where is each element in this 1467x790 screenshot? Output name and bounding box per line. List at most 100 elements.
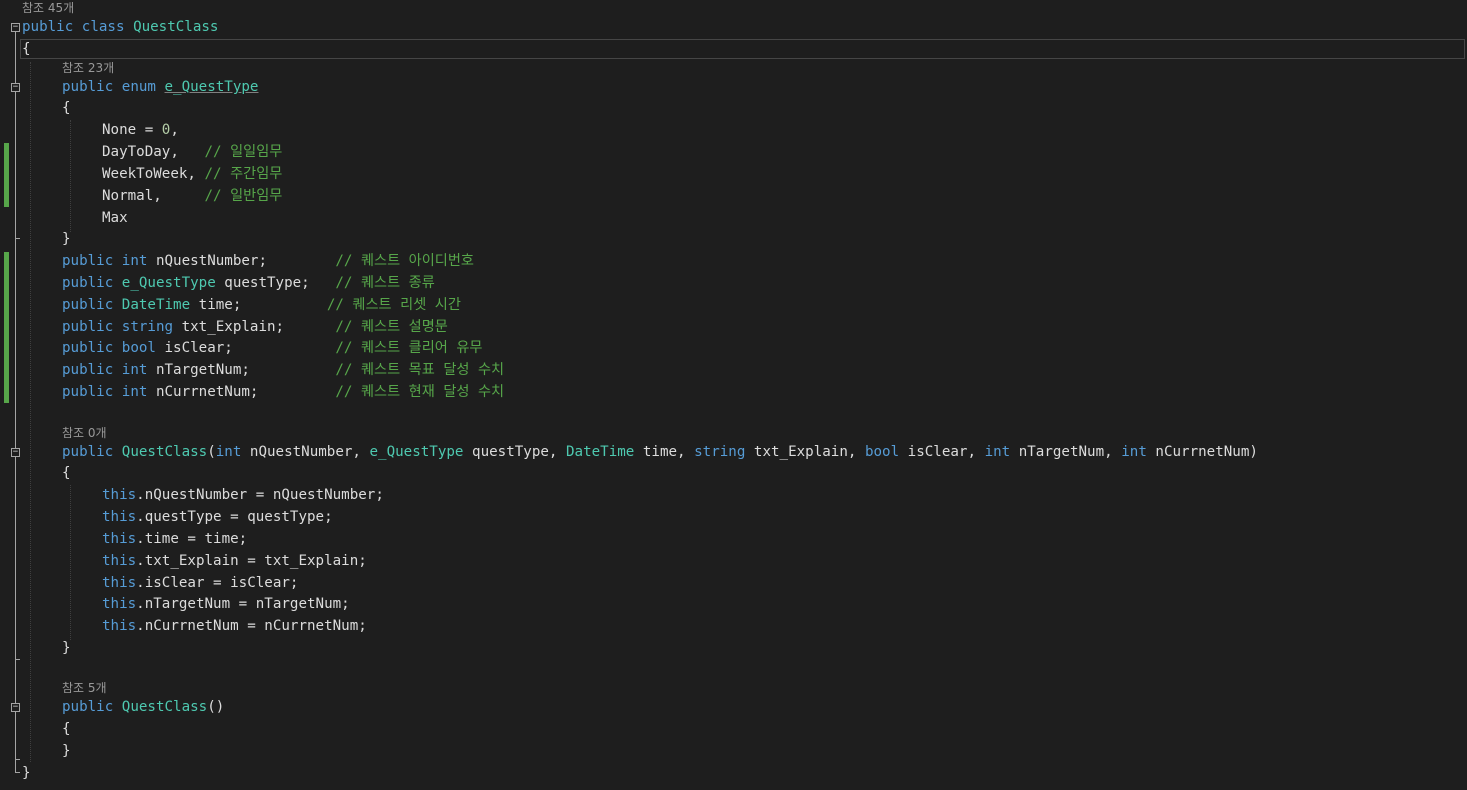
code-line-enum-max[interactable]: Max	[102, 207, 128, 229]
field-name: time;	[190, 297, 327, 313]
param-name: nQuestNumber,	[241, 444, 370, 460]
param-type: int	[984, 444, 1011, 460]
comment: // 퀘스트 종류	[335, 275, 435, 291]
code-line-class-open[interactable]: {	[22, 38, 31, 60]
type-name: DateTime	[121, 297, 191, 313]
code-line-field-time[interactable]: public DateTime time; // 퀘스트 리셋 시간	[62, 294, 461, 316]
code-line-assign-time[interactable]: this.time = time;	[102, 528, 247, 550]
comment: // 퀘스트 목표 달성 수치	[335, 362, 505, 378]
assignment: .questType = questType;	[136, 509, 333, 525]
assignment: .nTargetNum = nTargetNum;	[136, 596, 350, 612]
keyword: public	[22, 19, 74, 35]
field-name: txt_Explain;	[173, 319, 336, 335]
outline-line-default-ctor	[15, 712, 16, 759]
outline-end-class	[15, 772, 20, 773]
type-keyword: int	[121, 362, 148, 378]
code-line-assign-ntargetnum[interactable]: this.nTargetNum = nTargetNum;	[102, 593, 350, 615]
code-line-assign-nquestnumber[interactable]: this.nQuestNumber = nQuestNumber;	[102, 484, 384, 506]
code-line-enum-normal[interactable]: Normal, // 일반임무	[102, 185, 282, 207]
comment: // 퀘스트 현재 달성 수치	[335, 384, 505, 400]
comment: // 퀘스트 아이디번호	[335, 253, 474, 269]
field-name: nQuestNumber;	[147, 253, 336, 269]
codelens-ctor-refs[interactable]: 참조 0개	[62, 425, 107, 441]
codelens-class-refs[interactable]: 참조 45개	[22, 0, 74, 16]
code-line-enum-open[interactable]: {	[62, 97, 71, 119]
codelens-default-ctor-refs[interactable]: 참조 5개	[62, 680, 107, 696]
param-name: nCurrnetNum)	[1146, 444, 1258, 460]
brace: {	[22, 41, 31, 57]
keyword: public	[62, 319, 114, 335]
code-line-class-decl[interactable]: public class QuestClass	[22, 16, 218, 38]
keyword: public	[62, 340, 114, 356]
this-keyword: this	[102, 596, 137, 612]
keyword: public	[62, 444, 114, 460]
code-line-default-ctor-open[interactable]: {	[62, 718, 71, 740]
code-line-enum-close[interactable]: }	[62, 228, 71, 250]
code-line-enum-none[interactable]: None = 0,	[102, 119, 179, 141]
keyword: public	[62, 297, 114, 313]
assignment: .txt_Explain = txt_Explain;	[136, 553, 367, 569]
collapse-default-ctor-icon[interactable]: −	[11, 703, 20, 712]
param-name: txt_Explain,	[745, 444, 865, 460]
assignment: .nCurrnetNum = nCurrnetNum;	[136, 618, 367, 634]
brace: }	[62, 743, 71, 759]
code-line-default-ctor-decl[interactable]: public QuestClass()	[62, 696, 224, 718]
type-name: e_QuestType	[121, 275, 216, 291]
this-keyword: this	[102, 509, 137, 525]
keyword: public	[62, 253, 114, 269]
code-line-assign-ncurrnetnum[interactable]: this.nCurrnetNum = nCurrnetNum;	[102, 615, 367, 637]
brace: {	[62, 465, 71, 481]
this-keyword: this	[102, 575, 137, 591]
code-line-ctor-open[interactable]: {	[62, 462, 71, 484]
type-keyword: int	[121, 253, 148, 269]
collapse-enum-icon[interactable]: −	[11, 83, 20, 92]
code-line-ctor-close[interactable]: }	[62, 637, 71, 659]
code-line-field-txt-explain[interactable]: public string txt_Explain; // 퀘스트 설명문	[62, 316, 448, 338]
enum-member: None =	[102, 122, 162, 138]
comment: // 퀘스트 클리어 유무	[335, 340, 483, 356]
assignment: .isClear = isClear;	[136, 575, 299, 591]
param-name: nTargetNum,	[1010, 444, 1122, 460]
keyword: public	[62, 275, 114, 291]
this-keyword: this	[102, 553, 137, 569]
code-line-default-ctor-close[interactable]: }	[62, 740, 71, 762]
code-line-field-questtype[interactable]: public e_QuestType questType; // 퀘스트 종류	[62, 272, 435, 294]
change-marker-fields	[4, 252, 9, 403]
brace: }	[22, 765, 31, 781]
outline-line-enum	[15, 92, 16, 238]
keyword: class	[81, 19, 125, 35]
collapse-class-icon[interactable]: −	[11, 23, 20, 32]
code-line-assign-questtype[interactable]: this.questType = questType;	[102, 506, 333, 528]
collapse-ctor-icon[interactable]: −	[11, 448, 20, 457]
param-name: isClear,	[899, 444, 985, 460]
codelens-enum-refs[interactable]: 참조 23개	[62, 60, 114, 76]
code-line-enum-daytoday[interactable]: DayToDay, // 일일임무	[102, 141, 282, 163]
code-line-enum-decl[interactable]: public enum e_QuestType	[62, 76, 258, 98]
outline-line-ctor	[15, 457, 16, 659]
enum-member: Normal,	[102, 188, 205, 204]
code-line-field-nquestnumber[interactable]: public int nQuestNumber; // 퀘스트 아이디번호	[62, 250, 474, 272]
constructor-name: QuestClass	[121, 444, 208, 460]
paren: (	[207, 444, 216, 460]
code-line-class-close[interactable]: }	[22, 762, 31, 784]
field-name: nTargetNum;	[147, 362, 336, 378]
brace: }	[62, 231, 71, 247]
code-line-field-ncurrnetnum[interactable]: public int nCurrnetNum; // 퀘스트 현재 달성 수치	[62, 381, 504, 403]
code-line-ctor-decl[interactable]: public QuestClass( int nQuestNumber, e_Qu…	[62, 441, 1258, 463]
code-line-assign-isclear[interactable]: this.isClear = isClear;	[102, 572, 298, 594]
type-keyword: string	[121, 319, 174, 335]
current-line-highlight	[20, 39, 1465, 59]
code-line-enum-weektoweek[interactable]: WeekToWeek, // 주간임무	[102, 163, 282, 185]
param-type: e_QuestType	[369, 444, 464, 460]
code-line-field-isclear[interactable]: public bool isClear; // 퀘스트 클리어 유무	[62, 337, 482, 359]
comment: // 일일임무	[204, 144, 283, 160]
param-name: questType,	[463, 444, 566, 460]
outline-end-ctor	[15, 659, 20, 660]
code-line-field-ntargetnum[interactable]: public int nTargetNum; // 퀘스트 목표 달성 수치	[62, 359, 504, 381]
code-line-assign-txt-explain[interactable]: this.txt_Explain = txt_Explain;	[102, 550, 367, 572]
code-editor[interactable]: − − − − 참조 45개 참조 23개 참조 0개 참조 5개 public…	[0, 0, 1467, 790]
type-keyword: int	[121, 384, 148, 400]
outline-end-default-ctor	[15, 759, 20, 760]
comment: // 퀘스트 설명문	[335, 319, 448, 335]
constructor-name: QuestClass	[121, 699, 208, 715]
